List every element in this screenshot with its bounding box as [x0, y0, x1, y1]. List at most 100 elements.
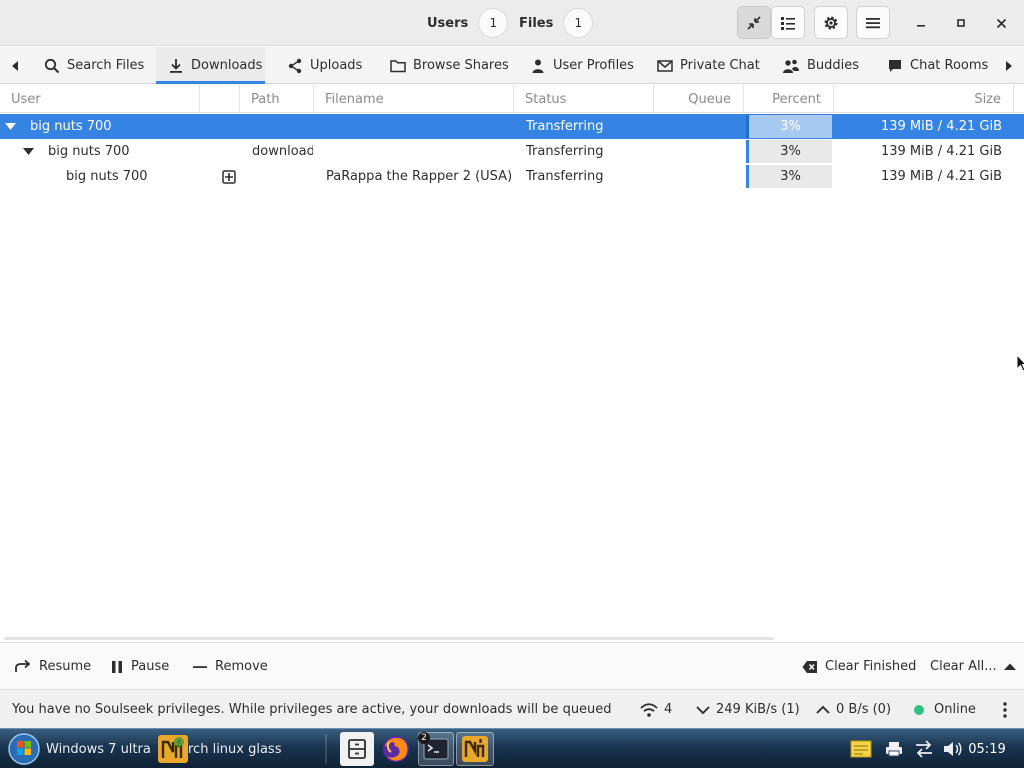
progress-bar: 3% — [746, 165, 832, 188]
volume-icon[interactable] — [940, 732, 964, 766]
search-icon — [44, 58, 60, 74]
settings-button[interactable] — [814, 6, 848, 39]
chevron-up-icon — [816, 705, 830, 715]
triangle-right-icon — [1005, 60, 1013, 71]
person-icon — [530, 58, 546, 74]
folder-icon — [390, 58, 406, 74]
connections-count: 4 — [664, 702, 673, 717]
tab-uploads[interactable]: Uploads — [275, 47, 374, 84]
tab-private-chat[interactable]: Private Chat — [645, 47, 772, 84]
cell-path: downloads — [252, 144, 313, 159]
expander-arrow-icon[interactable] — [0, 114, 20, 139]
tab-chat-rooms[interactable]: Chat Rooms — [875, 47, 1000, 84]
users-count-badge: 1 — [478, 8, 509, 38]
tabs-scroll-left-button[interactable] — [0, 47, 30, 84]
tab-buddies[interactable]: Buddies — [770, 47, 871, 84]
tab-user-profiles[interactable]: User Profiles — [518, 47, 646, 84]
minimize-button[interactable] — [908, 10, 934, 36]
column-percent[interactable]: Percent — [744, 85, 834, 113]
cell-size: 139 MiB / 4.21 GiB — [880, 144, 1002, 159]
tab-browse-shares[interactable]: Browse Shares — [378, 47, 521, 84]
network-tray-icon[interactable] — [912, 732, 936, 766]
start-menu-button[interactable] — [4, 732, 44, 766]
notes-tray-icon[interactable] — [848, 732, 874, 766]
column-blank[interactable] — [200, 85, 240, 113]
online-label: Online — [934, 702, 976, 717]
cell-percent: 3% — [780, 119, 801, 134]
chat-icon — [887, 58, 903, 74]
tab-label: Search Files — [67, 58, 145, 73]
users-counter[interactable]: Users 1 — [427, 8, 509, 38]
progress-bar: 3% — [746, 140, 832, 163]
column-status[interactable]: Status — [514, 85, 654, 113]
minimize-icon — [916, 18, 926, 28]
remove-label: Remove — [215, 659, 268, 674]
file-manager-icon[interactable] — [340, 732, 374, 766]
files-count-badge: 1 — [563, 8, 594, 38]
download-speed-indicator[interactable]: 249 KiB/s (1) — [696, 690, 800, 729]
resume-button[interactable]: Resume — [14, 643, 91, 690]
people-icon — [782, 58, 800, 74]
vertical-dots-icon — [1003, 701, 1007, 718]
tab-label: Private Chat — [680, 58, 760, 73]
minus-icon — [192, 659, 208, 675]
nicotine-taskbar-button[interactable] — [456, 732, 494, 766]
mail-icon — [657, 58, 673, 74]
printer-icon[interactable] — [882, 732, 906, 766]
cell-percent: 3% — [780, 144, 801, 159]
wifi-icon — [640, 702, 658, 717]
system-taskbar: Windows 7 ultra L rch linux glass 2 05:1… — [0, 728, 1024, 768]
pause-button[interactable]: Pause — [110, 643, 169, 690]
main-menu-button[interactable] — [856, 6, 890, 39]
tab-search-files[interactable]: Search Files — [32, 47, 156, 84]
upload-speed: 0 B/s (0) — [836, 702, 892, 717]
collapse-icon — [746, 15, 762, 31]
clear-icon — [802, 660, 818, 674]
upload-speed-indicator[interactable]: 0 B/s (0) — [816, 690, 891, 729]
share-icon — [287, 58, 303, 74]
online-status-button[interactable]: Online — [914, 690, 976, 729]
collapse-all-button[interactable] — [737, 6, 771, 39]
tab-label: Downloads — [191, 58, 263, 73]
files-counter[interactable]: Files 1 — [519, 8, 594, 38]
tabs-scroll-right-button[interactable] — [994, 47, 1024, 84]
firefox-icon[interactable] — [378, 732, 414, 766]
resume-label: Resume — [39, 659, 92, 674]
table-row[interactable]: big nuts 700 Transferring 3% 139 MiB / 4… — [0, 114, 1024, 139]
maximize-button[interactable] — [948, 10, 974, 36]
status-menu-button[interactable] — [998, 690, 1012, 729]
pause-label: Pause — [131, 659, 170, 674]
triangle-left-icon — [11, 60, 19, 71]
table-row[interactable]: big nuts 700 PaRappa the Rapper 2 (USA) … — [0, 164, 1024, 189]
column-queue[interactable]: Queue — [654, 85, 744, 113]
clear-all-button[interactable]: Clear All... — [930, 643, 1016, 690]
column-path[interactable]: Path — [240, 85, 314, 113]
close-button[interactable] — [988, 10, 1014, 36]
list-icon — [780, 15, 796, 31]
tab-label: Browse Shares — [413, 58, 509, 73]
remove-button[interactable]: Remove — [192, 643, 268, 690]
horizontal-scrollbar[interactable] — [4, 637, 774, 640]
chevron-down-icon — [696, 705, 710, 715]
column-user[interactable]: User — [0, 85, 200, 113]
clock[interactable]: 05:19 — [968, 732, 1006, 766]
maximize-icon — [956, 18, 966, 28]
gear-icon — [822, 14, 840, 32]
list-view-button[interactable] — [771, 6, 805, 39]
clear-all-label: Clear All... — [930, 659, 997, 674]
windows-orb-icon — [7, 732, 41, 766]
expander-arrow-icon[interactable] — [18, 139, 38, 164]
cell-user: big nuts 700 — [66, 169, 148, 184]
triangle-up-icon — [1003, 663, 1016, 671]
clear-finished-button[interactable]: Clear Finished — [802, 643, 916, 690]
table-row[interactable]: big nuts 700 downloads Transferring 3% 1… — [0, 139, 1024, 164]
cell-status: Transferring — [526, 144, 604, 159]
nicotine-app-icon[interactable] — [154, 732, 192, 766]
column-size[interactable]: Size — [834, 85, 1014, 113]
column-filename[interactable]: Filename — [314, 85, 514, 113]
transfer-actions-bar: Resume Pause Remove Clear Finished Clear… — [0, 642, 1024, 689]
connections-indicator[interactable]: 4 — [640, 690, 672, 729]
window-title[interactable]: rch linux glass — [188, 732, 318, 766]
cell-filename: PaRappa the Rapper 2 (USA) (En,J — [326, 169, 512, 184]
tab-downloads[interactable]: Downloads — [156, 47, 265, 84]
